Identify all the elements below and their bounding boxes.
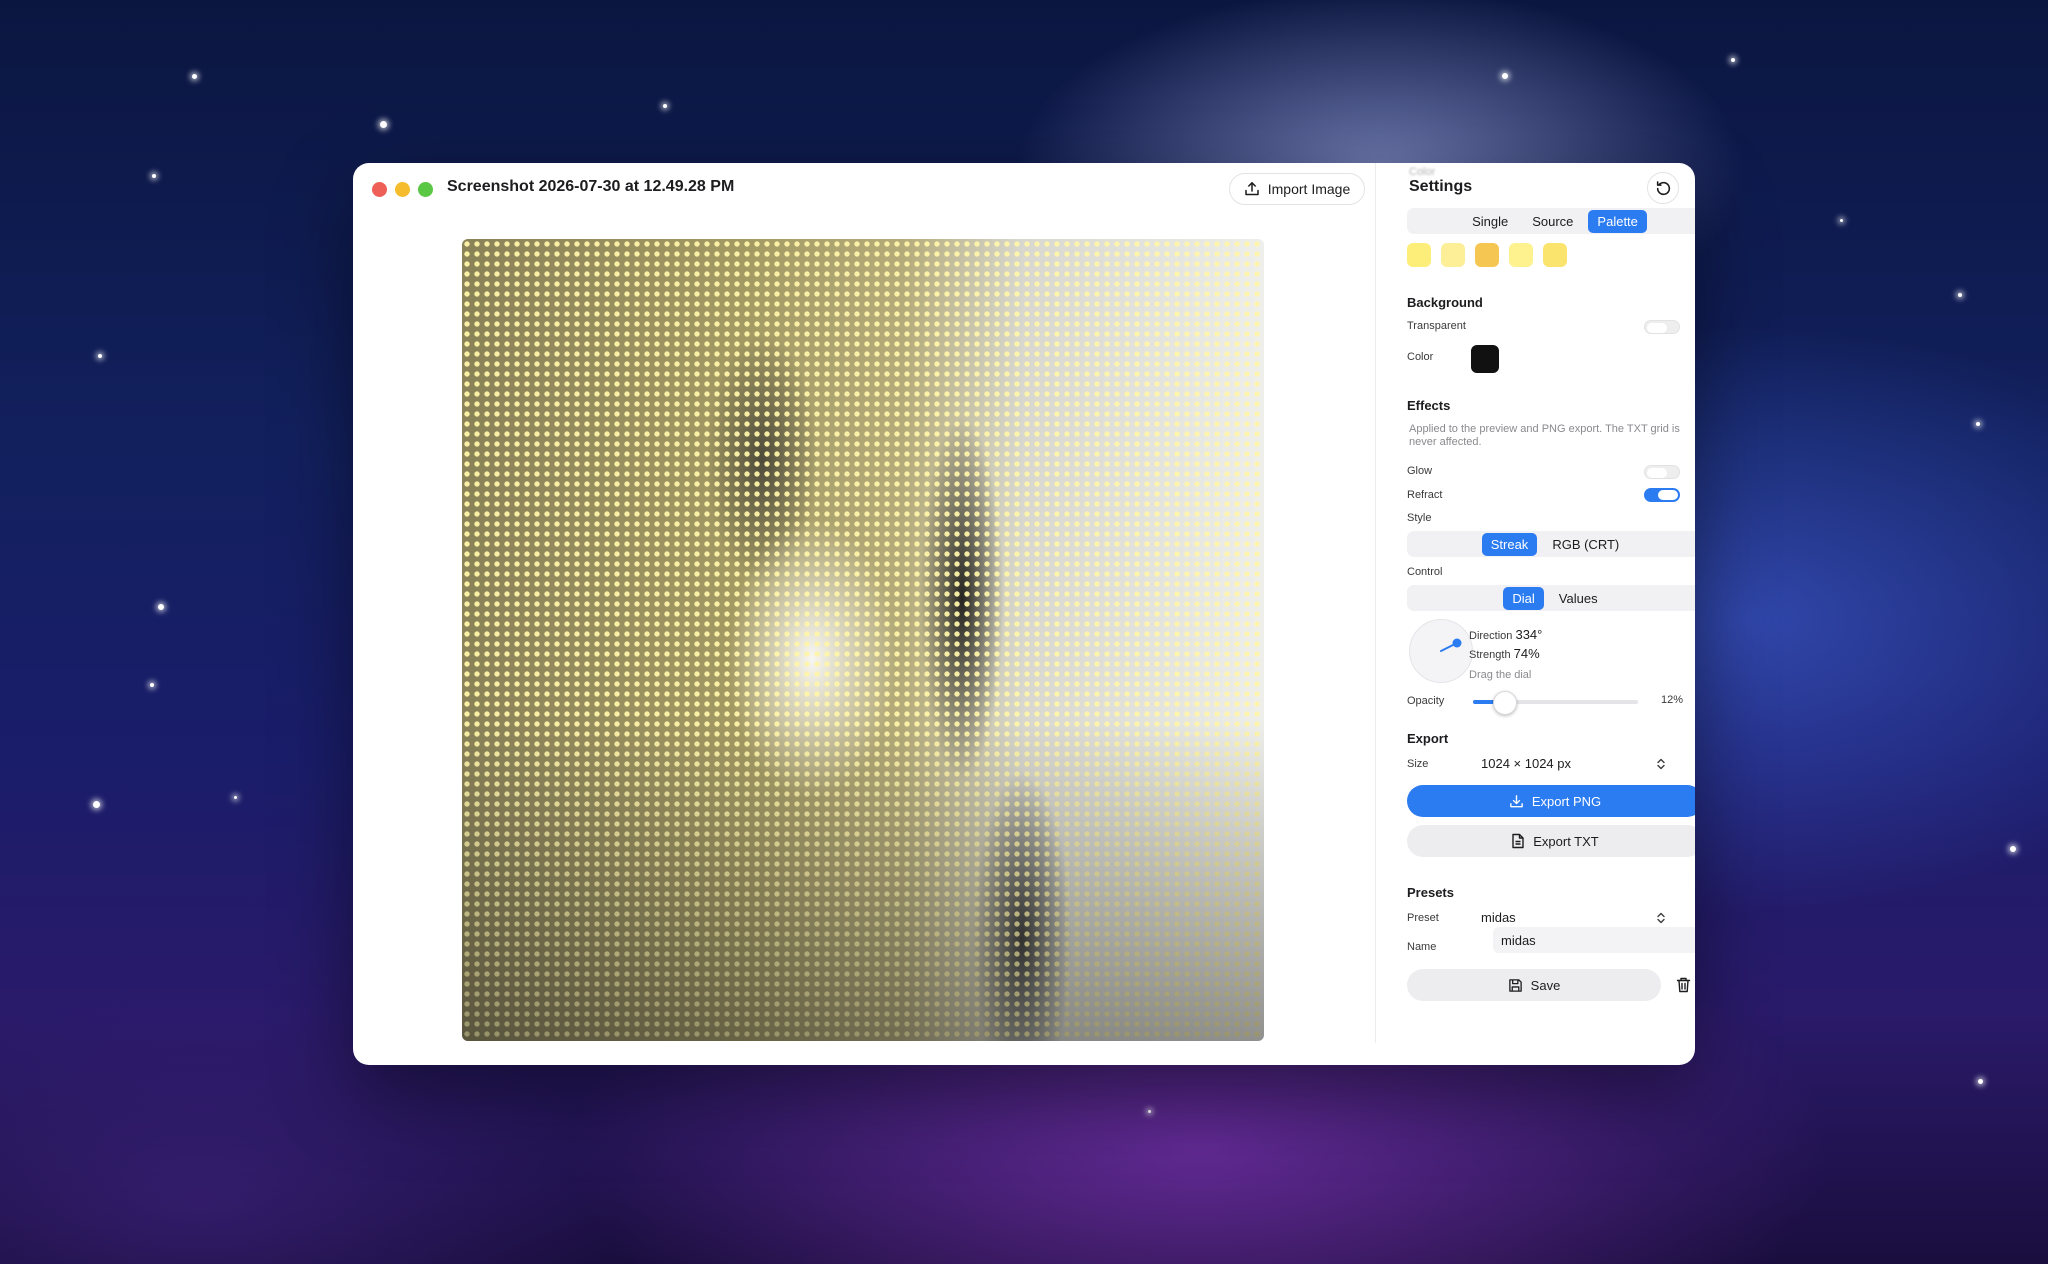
preset-name-input[interactable] xyxy=(1493,927,1695,953)
star xyxy=(152,174,156,178)
palette-swatch-3[interactable] xyxy=(1475,243,1499,267)
window-title: Screenshot 2026-07-30 at 12.49.28 PM xyxy=(447,178,735,195)
style-label: Style xyxy=(1407,512,1432,524)
star xyxy=(1958,293,1962,297)
delete-preset-button[interactable] xyxy=(1673,975,1693,995)
refract-label: Refract xyxy=(1407,489,1443,501)
glow-toggle[interactable] xyxy=(1644,465,1680,479)
color-section-ghost-label: Color xyxy=(1409,166,1436,178)
settings-title: Settings xyxy=(1409,178,1473,195)
close-window-button[interactable] xyxy=(372,182,387,197)
star xyxy=(1502,73,1508,79)
color-mode-palette[interactable]: Palette xyxy=(1588,209,1647,233)
effects-section-title: Effects xyxy=(1407,398,1451,413)
export-txt-button[interactable]: Export TXT xyxy=(1407,825,1695,857)
preset-select[interactable]: midas xyxy=(1481,910,1516,925)
star xyxy=(380,121,387,128)
preview-canvas[interactable] xyxy=(462,239,1264,1041)
star xyxy=(192,74,197,79)
strength-value: 74% xyxy=(1513,646,1540,661)
strength-readout: Strength 74% xyxy=(1469,646,1540,661)
color-mode-source[interactable]: Source xyxy=(1523,210,1582,233)
save-preset-label: Save xyxy=(1530,977,1561,993)
star xyxy=(158,604,164,610)
transparent-label: Transparent xyxy=(1407,320,1466,332)
trash-icon xyxy=(1676,977,1690,993)
direction-value: 334° xyxy=(1515,627,1543,642)
document-icon xyxy=(1512,833,1524,849)
star xyxy=(93,801,100,808)
star xyxy=(1978,1079,1983,1084)
presets-section-title: Presets xyxy=(1407,885,1454,900)
palette-swatch-5[interactable] xyxy=(1543,243,1567,267)
preset-name-label: Name xyxy=(1407,941,1437,953)
minimize-window-button[interactable] xyxy=(395,182,410,197)
settings-sidebar: Color Settings Single Source Palette Bac… xyxy=(1375,163,1695,1065)
star xyxy=(1731,58,1735,62)
glow-label: Glow xyxy=(1407,465,1433,477)
export-txt-label: Export TXT xyxy=(1533,833,1599,849)
color-mode-single[interactable]: Single xyxy=(1463,210,1517,233)
style-streak[interactable]: Streak xyxy=(1481,532,1538,556)
reset-icon xyxy=(1656,180,1670,195)
palette-swatch-4[interactable] xyxy=(1509,243,1533,267)
dial-hint: Drag the dial xyxy=(1469,669,1532,681)
control-dial[interactable]: Dial xyxy=(1503,586,1544,610)
background-color-label: Color xyxy=(1407,351,1434,363)
star xyxy=(1148,1110,1151,1113)
star xyxy=(98,354,102,358)
star xyxy=(234,796,237,799)
star xyxy=(1976,422,1980,426)
refract-toggle[interactable] xyxy=(1644,488,1680,502)
sidebar-divider xyxy=(1375,163,1376,1043)
size-stepper-icon[interactable] xyxy=(1655,757,1667,771)
preset-stepper-icon[interactable] xyxy=(1655,911,1667,925)
save-icon xyxy=(1508,978,1522,992)
color-mode-segmented-control: Single Source Palette xyxy=(1407,208,1695,234)
star xyxy=(663,104,667,108)
import-image-button[interactable]: Import Image xyxy=(1229,173,1365,205)
size-label: Size xyxy=(1407,758,1429,770)
control-segmented-control: Dial Values xyxy=(1407,585,1695,611)
background-section-title: Background xyxy=(1407,295,1483,310)
opacity-label: Opacity xyxy=(1407,695,1445,707)
effects-note: Applied to the preview and PNG export. T… xyxy=(1409,423,1680,448)
palette-swatch-1[interactable] xyxy=(1407,243,1431,267)
direction-dial[interactable] xyxy=(1409,619,1473,683)
opacity-slider-handle[interactable] xyxy=(1493,691,1517,715)
export-png-button[interactable]: Export PNG xyxy=(1407,785,1695,817)
opacity-value: 12% xyxy=(1661,694,1684,706)
palette-swatch-2[interactable] xyxy=(1441,243,1465,267)
zoom-window-button[interactable] xyxy=(418,182,433,197)
size-select[interactable]: 1024 × 1024 px xyxy=(1481,756,1571,771)
star xyxy=(150,683,154,687)
control-label: Control xyxy=(1407,566,1443,578)
control-values[interactable]: Values xyxy=(1550,587,1607,610)
strength-label: Strength xyxy=(1469,649,1511,661)
preset-label: Preset xyxy=(1407,912,1439,924)
import-image-label: Import Image xyxy=(1267,181,1351,197)
download-icon xyxy=(1509,794,1523,807)
upload-icon xyxy=(1245,182,1259,196)
style-rgb-crt[interactable]: RGB (CRT) xyxy=(1543,533,1628,556)
style-segmented-control: Streak RGB (CRT) xyxy=(1407,531,1695,557)
direction-readout: Direction 334° xyxy=(1469,627,1542,642)
star xyxy=(1840,219,1843,222)
shade-overlay xyxy=(462,239,1264,1041)
transparent-toggle[interactable] xyxy=(1644,320,1680,334)
background-color-swatch[interactable] xyxy=(1471,345,1499,373)
star xyxy=(2010,846,2016,852)
export-section-title: Export xyxy=(1407,731,1449,746)
reset-button[interactable] xyxy=(1647,172,1679,204)
direction-label: Direction xyxy=(1469,630,1513,642)
app-window: Screenshot 2026-07-30 at 12.49.28 PM Imp… xyxy=(353,163,1695,1065)
export-png-label: Export PNG xyxy=(1531,793,1602,809)
save-preset-button[interactable]: Save xyxy=(1407,969,1661,1001)
dial-pointer-icon xyxy=(1440,638,1462,652)
